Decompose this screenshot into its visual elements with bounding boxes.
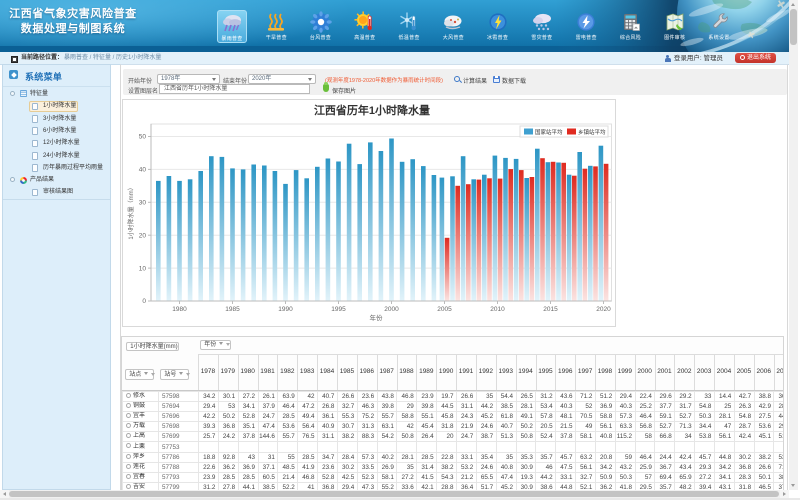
svg-text:年份: 年份 — [369, 313, 383, 322]
svg-text:2000: 2000 — [384, 306, 399, 313]
svg-text:10: 10 — [138, 265, 146, 272]
svg-text:2005: 2005 — [437, 306, 452, 313]
svg-text:20: 20 — [138, 232, 146, 239]
svg-text:1995: 1995 — [331, 306, 346, 313]
svg-text:国家站平均: 国家站平均 — [535, 128, 563, 136]
svg-text:1985: 1985 — [225, 306, 240, 313]
svg-text:1小时降水量（mm）: 1小时降水量（mm） — [127, 184, 135, 239]
svg-text:1980: 1980 — [172, 306, 187, 313]
svg-text:40: 40 — [138, 167, 146, 174]
svg-text:2015: 2015 — [543, 306, 558, 313]
svg-text:50: 50 — [138, 134, 146, 141]
svg-text:0: 0 — [142, 298, 146, 305]
svg-text:2020: 2020 — [596, 306, 611, 313]
svg-text:乡镇站平均: 乡镇站平均 — [578, 128, 606, 136]
svg-text:30: 30 — [138, 200, 146, 207]
svg-text:江西省历年1小时降水量: 江西省历年1小时降水量 — [313, 103, 429, 117]
svg-text:1990: 1990 — [278, 306, 293, 313]
svg-text:2010: 2010 — [490, 306, 505, 313]
